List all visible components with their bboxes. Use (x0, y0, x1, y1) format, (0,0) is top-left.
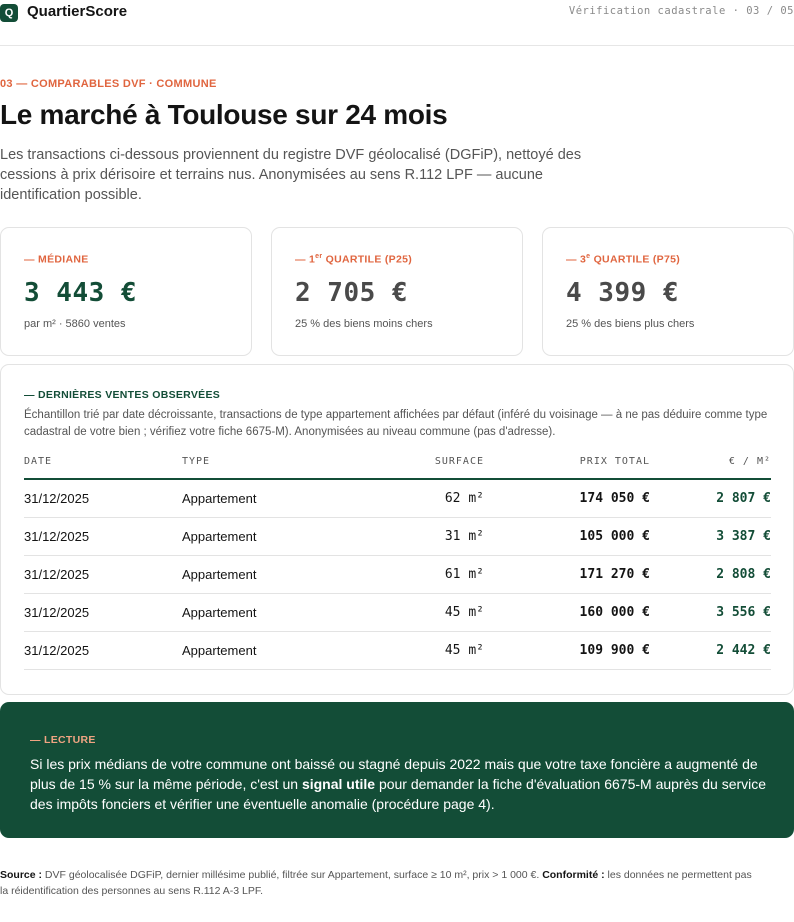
cell-type: Appartement (182, 517, 332, 556)
table-row: 31/12/2025 Appartement 45 m² 160 000 € 3… (24, 593, 771, 632)
cell-surface: 62 m² (332, 479, 484, 518)
cell-price-per-m2: 3 387 € (650, 517, 771, 556)
stat-label: — MÉDIANE (24, 253, 89, 266)
cell-type: Appartement (182, 479, 332, 518)
section-intro: Les transactions ci-dessous proviennent … (0, 147, 582, 203)
recent-sales-card: — DERNIÈRES VENTES OBSERVÉES Échantillon… (0, 364, 794, 695)
cell-price: 171 270 € (484, 555, 650, 594)
logo-icon: Q (0, 4, 18, 22)
cell-price: 160 000 € (484, 593, 650, 632)
cell-surface: 31 m² (332, 517, 484, 556)
cell-surface: 45 m² (332, 593, 484, 632)
table-header-row: DATE TYPE SURFACE PRIX TOTAL € / M² (24, 449, 771, 480)
sales-table: DATE TYPE SURFACE PRIX TOTAL € / M² 31/1… (24, 449, 771, 670)
cell-surface: 61 m² (332, 555, 484, 594)
page-header: Q QuartierScore Vérification cadastrale … (0, 0, 794, 46)
cell-surface: 45 m² (332, 631, 484, 670)
cell-type: Appartement (182, 631, 332, 670)
table-row: 31/12/2025 Appartement 45 m² 109 900 € 2… (24, 631, 771, 670)
stat-label: — 1er QUARTILE (P25) (295, 253, 413, 266)
cell-date: 31/12/2025 (24, 517, 182, 556)
table-row: 31/12/2025 Appartement 31 m² 105 000 € 3… (24, 517, 771, 556)
cell-price: 174 050 € (484, 479, 650, 518)
sales-description: Échantillon trié par date décroissante, … (24, 409, 768, 438)
stat-label: — 3e QUARTILE (P75) (566, 253, 681, 266)
stat-card-median: — MÉDIANE 3 443 € par m² · 5860 ventes (0, 227, 252, 356)
cell-date: 31/12/2025 (24, 479, 182, 518)
cell-price-per-m2: 2 807 € (650, 479, 771, 518)
stat-subtext: 25 % des biens moins chers (295, 318, 433, 330)
table-row: 31/12/2025 Appartement 62 m² 174 050 € 2… (24, 479, 771, 518)
stat-card-p75: — 3e QUARTILE (P75) 4 399 € 25 % des bie… (542, 227, 794, 356)
reading-highlight: signal utile (301, 776, 376, 792)
reading-callout: — LECTURE Si les prix médians de votre c… (0, 702, 794, 838)
stat-card-p25: — 1er QUARTILE (P25) 2 705 € 25 % des bi… (271, 227, 523, 356)
reading-label: — LECTURE (30, 734, 96, 746)
stat-value: 3 443 € (24, 278, 138, 308)
stat-value: 2 705 € (295, 278, 409, 308)
page-title: Le marché à Toulouse sur 24 mois (0, 99, 448, 130)
cell-type: Appartement (182, 593, 332, 632)
stat-value: 4 399 € (566, 278, 680, 308)
cell-date: 31/12/2025 (24, 555, 182, 594)
reading-text: Si les prix médians de votre commune ont… (30, 756, 767, 812)
section-eyebrow: 03 — COMPARABLES DVF · COMMUNE (0, 78, 217, 90)
sales-title: — DERNIÈRES VENTES OBSERVÉES (24, 389, 221, 401)
source-footnote: Source : DVF géolocalisée DGFiP, dernier… (0, 869, 752, 897)
column-header-type[interactable]: TYPE (182, 449, 332, 480)
column-header-price-per-m2[interactable]: € / M² (650, 449, 771, 480)
stat-subtext: 25 % des biens plus chers (566, 318, 695, 330)
cell-price: 109 900 € (484, 631, 650, 670)
cell-date: 31/12/2025 (24, 631, 182, 670)
column-header-date[interactable]: DATE (24, 449, 182, 480)
cell-price-per-m2: 2 808 € (650, 555, 771, 594)
step-indicator: Vérification cadastrale · 03 / 05 (568, 5, 794, 17)
cell-type: Appartement (182, 555, 332, 594)
brand-name: QuartierScore (27, 3, 128, 20)
table-row: 31/12/2025 Appartement 61 m² 171 270 € 2… (24, 555, 771, 594)
cell-price-per-m2: 2 442 € (650, 631, 771, 670)
cell-price: 105 000 € (484, 517, 650, 556)
column-header-price[interactable]: PRIX TOTAL (484, 449, 650, 480)
column-header-surface[interactable]: SURFACE (332, 449, 484, 480)
cell-date: 31/12/2025 (24, 593, 182, 632)
stat-subtext: par m² · 5860 ventes (24, 318, 126, 330)
cell-price-per-m2: 3 556 € (650, 593, 771, 632)
